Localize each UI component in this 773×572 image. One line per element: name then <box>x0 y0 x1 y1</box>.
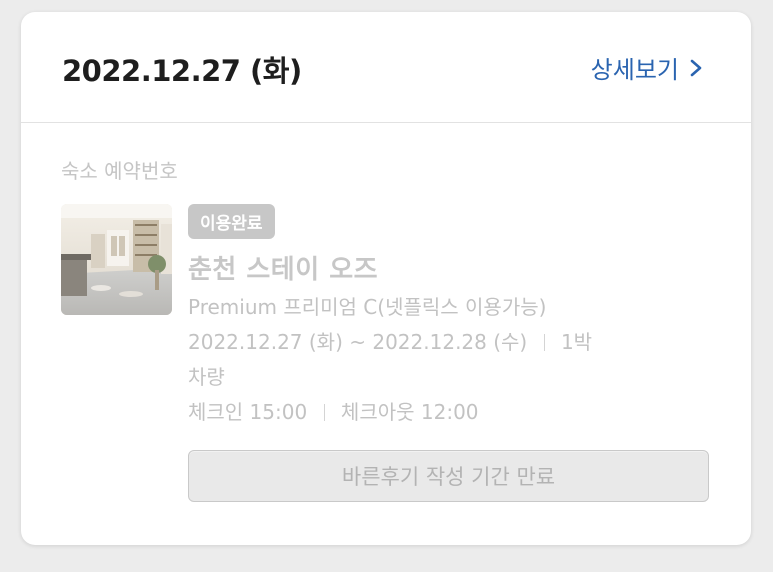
view-details-label: 상세보기 <box>590 56 679 84</box>
reservation-number-label: 숙소 예약번호 <box>61 159 178 183</box>
card-header: 2022.12.27 (화) 상세보기 <box>21 12 751 123</box>
status-badge: 이용완료 <box>188 204 275 239</box>
reservation-info: 이용완료 춘천 스테이 오즈 Premium 프리미엄 C(넷플릭스 이용가능)… <box>188 204 721 430</box>
vehicle-info: 차량 <box>188 365 225 389</box>
stay-end-date: 2022.12.28 (수) <box>372 330 528 354</box>
hotel-name[interactable]: 춘천 스테이 오즈 <box>188 249 721 286</box>
stay-period: 2022.12.27 (화) ~ 2022.12.28 (수) 1박 <box>188 325 721 360</box>
stay-start-date: 2022.12.27 (화) <box>188 330 343 354</box>
divider <box>543 334 545 351</box>
stay-nights: 1박 <box>560 330 593 354</box>
reservation-card: 2022.12.27 (화) 상세보기 숙소 예약번호 이용완료 춘천 스테이 … <box>21 12 751 545</box>
view-details-link[interactable]: 상세보기 <box>591 50 707 85</box>
check-times: 체크인 15:00 체크아웃 12:00 <box>188 395 721 430</box>
reservation-date: 2022.12.27 (화) <box>62 54 302 88</box>
hotel-thumbnail[interactable] <box>61 204 172 315</box>
chevron-right-icon <box>685 57 707 79</box>
room-type: Premium 프리미엄 C(넷플릭스 이용가능) <box>188 295 547 319</box>
check-in-time: 체크인 15:00 <box>188 400 308 424</box>
stay-range-separator: ~ <box>349 330 366 354</box>
divider <box>323 404 325 421</box>
write-review-button[interactable]: 바른후기 작성 기간 만료 <box>188 450 709 502</box>
check-out-time: 체크아웃 12:00 <box>340 400 479 424</box>
